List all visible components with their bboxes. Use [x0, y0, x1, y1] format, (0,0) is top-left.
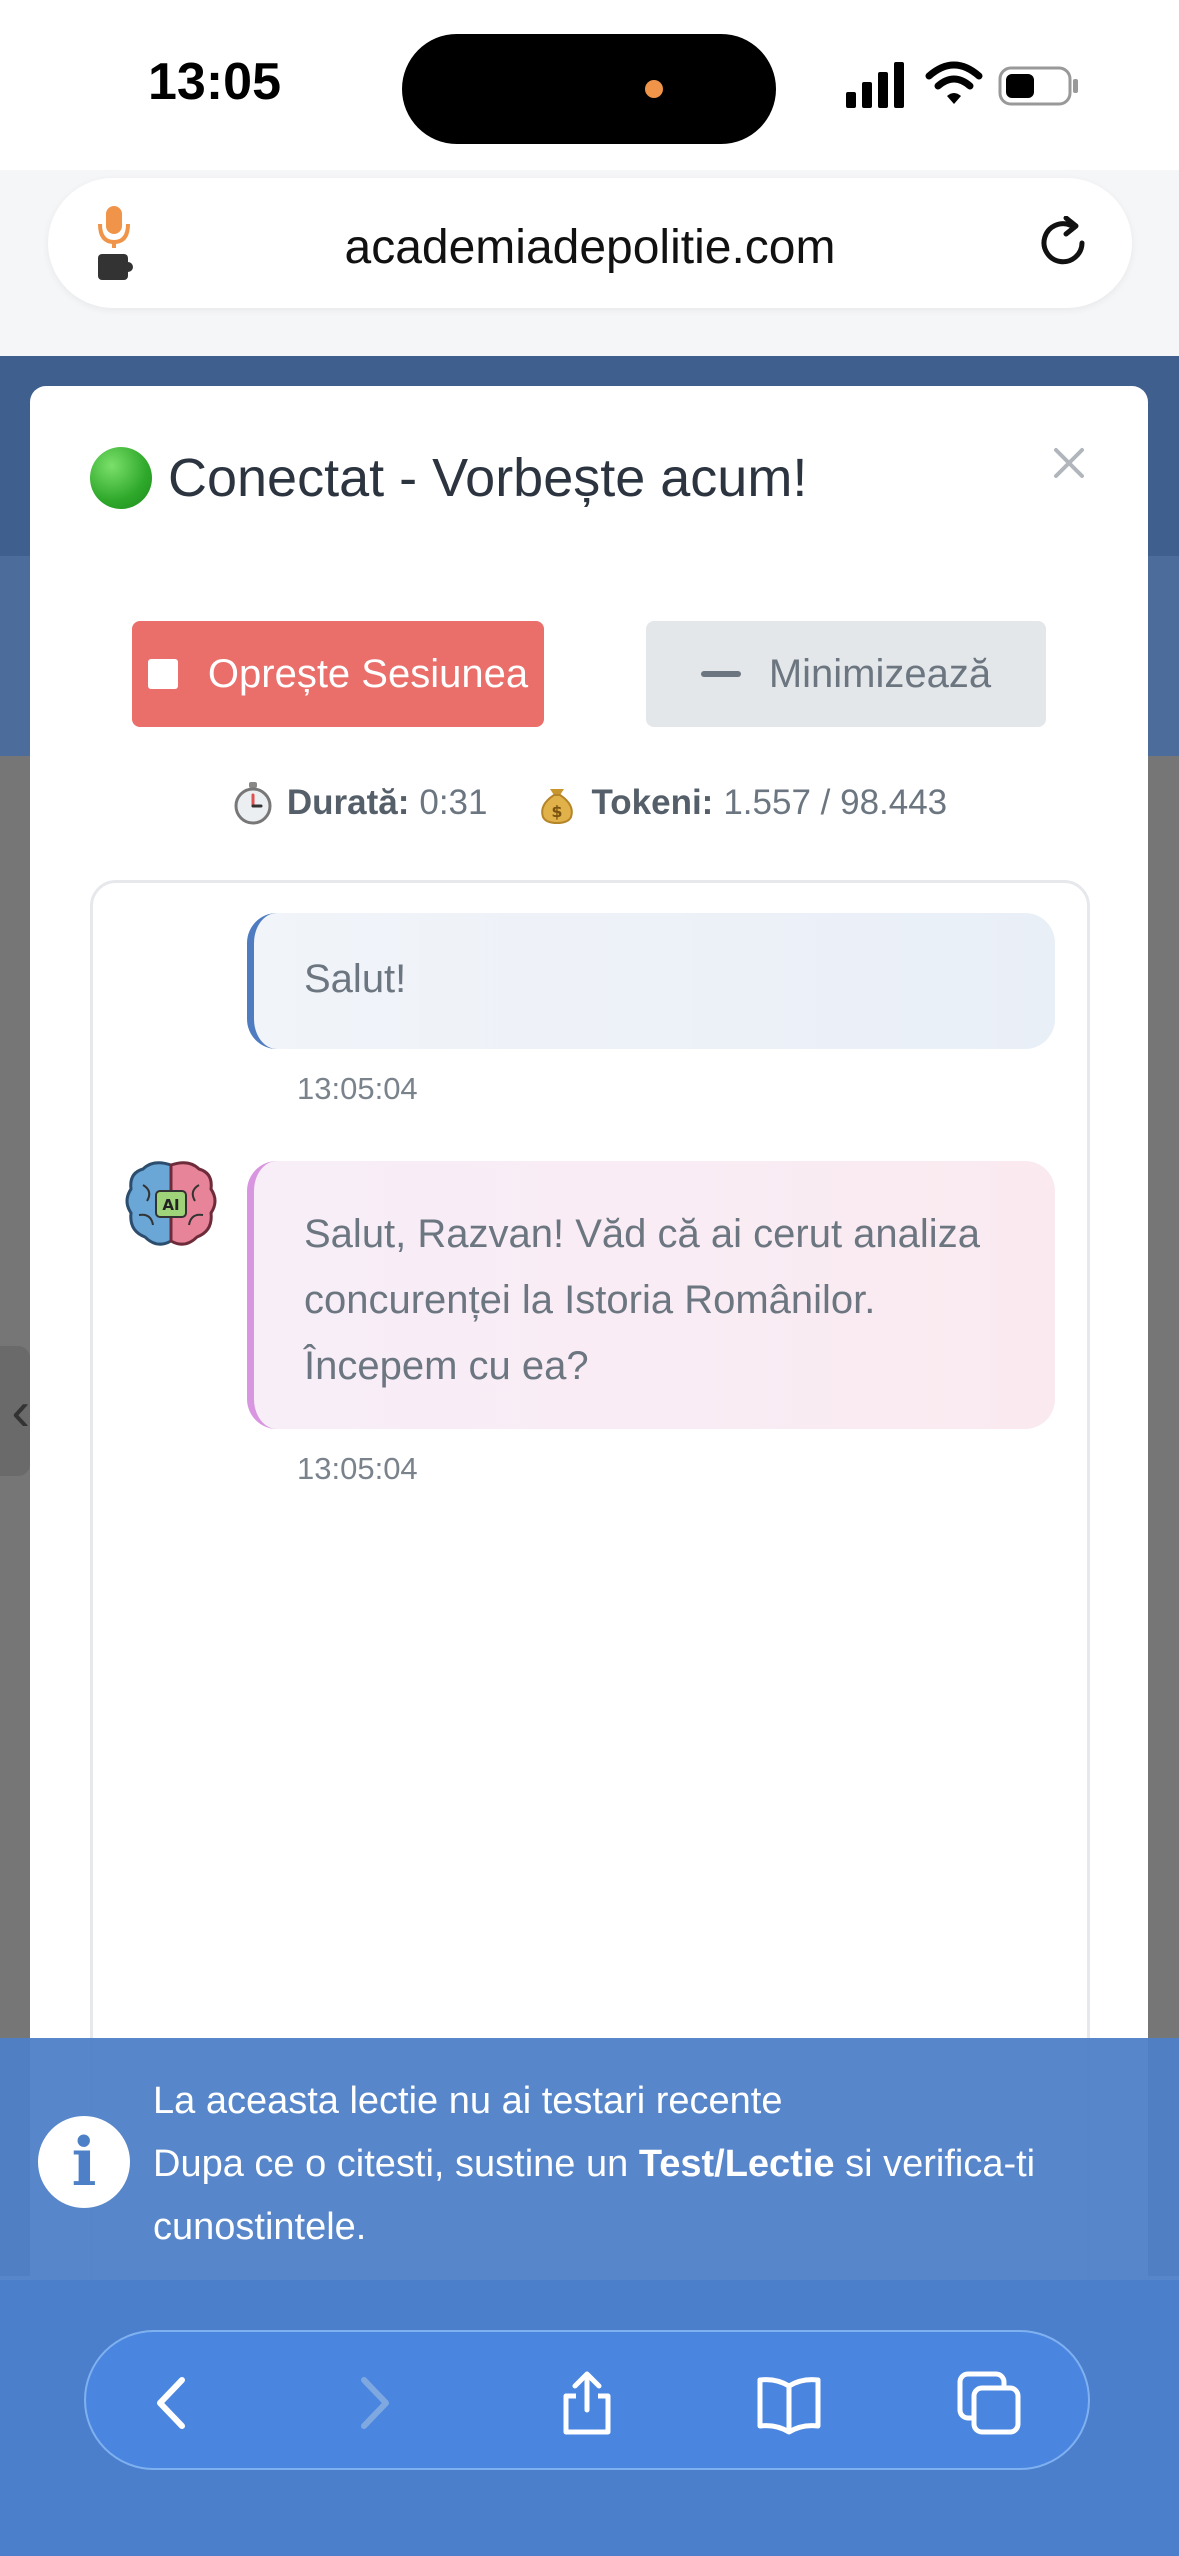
notification-title: La aceasta lectie nu ai testari recente	[153, 2080, 783, 2122]
money-bag-icon: $	[541, 789, 574, 825]
dynamic-island	[402, 34, 776, 144]
stop-session-button[interactable]: Oprește Sesiunea	[132, 621, 544, 727]
test-lectie-link[interactable]: Test/Lectie	[639, 2143, 835, 2185]
close-icon[interactable]	[1046, 440, 1092, 486]
bookmarks-icon[interactable]	[754, 2368, 824, 2438]
tokens-stat: $ Tokeni: 1.557 / 98.443	[535, 781, 947, 825]
forward-icon[interactable]	[338, 2368, 408, 2438]
modal-header: Conectat - Vorbește acum!	[90, 438, 807, 518]
share-icon[interactable]	[552, 2368, 622, 2438]
tokens-label: Tokeni:	[591, 783, 714, 822]
notification-body: Dupa ce o citesti, sustine un Test/Lecti…	[153, 2143, 1036, 2248]
tokens-value: 1.557 / 98.443	[723, 783, 948, 822]
ai-brain-avatar-icon: AI	[125, 1161, 217, 1246]
cellular-signal-icon	[846, 62, 904, 108]
stop-session-label: Oprește Sesiunea	[207, 651, 529, 696]
svg-text:$: $	[552, 802, 563, 821]
battery-icon	[998, 66, 1078, 106]
minimize-label: Minimizează	[768, 651, 992, 696]
lesson-notification-banner[interactable]: i La aceasta lectie nu ai testari recent…	[0, 2038, 1179, 2280]
ai-message-time: 13:05:04	[297, 1451, 418, 1486]
info-icon: i	[38, 2116, 130, 2208]
duration-label: Durată:	[286, 783, 410, 822]
reload-icon[interactable]	[1036, 216, 1090, 270]
ai-message-bubble: Salut, Razvan! Văd că ai cerut analiza c…	[247, 1161, 1055, 1429]
browser-bottom-area	[0, 2280, 1179, 2556]
back-icon[interactable]	[138, 2368, 208, 2438]
stop-icon	[147, 659, 178, 689]
status-bar: 13:05	[0, 0, 1179, 170]
browser-toolbar	[84, 2330, 1090, 2470]
session-stats: Durată: 0:31 $ Tokeni: 1.557 / 98.443	[30, 781, 1148, 825]
duration-stat: Durată: 0:31	[231, 781, 488, 825]
user-message-text: Salut!	[304, 957, 407, 1001]
mic-indicator-dot	[645, 80, 663, 98]
svg-text:AI: AI	[162, 1196, 179, 1214]
voice-session-modal: Conectat - Vorbește acum! Oprește Sesiun…	[30, 386, 1148, 2306]
address-bar[interactable]: academiadepolitie.com	[48, 178, 1132, 308]
tabs-icon[interactable]	[954, 2368, 1024, 2438]
connected-status-icon	[90, 447, 152, 509]
url-text: academiadepolitie.com	[344, 221, 836, 274]
ai-message-text: Salut, Razvan! Văd că ai cerut analiza c…	[304, 1212, 980, 1388]
notification-text: La aceasta lectie nu ai testari recente …	[153, 2070, 1153, 2259]
side-panel-toggle[interactable]: ‹	[0, 1346, 30, 1476]
duration-value: 0:31	[419, 783, 488, 822]
minimize-icon	[700, 671, 741, 677]
stopwatch-icon	[234, 782, 272, 825]
user-message-bubble: Salut!	[247, 913, 1055, 1049]
user-message-time: 13:05:04	[297, 1071, 418, 1106]
wifi-icon	[925, 61, 983, 104]
modal-title: Conectat - Vorbește acum!	[168, 448, 808, 508]
browser-address-area: academiadepolitie.com	[0, 170, 1179, 356]
status-time: 13:05	[148, 53, 281, 111]
minimize-button[interactable]: Minimizează	[646, 621, 1046, 727]
